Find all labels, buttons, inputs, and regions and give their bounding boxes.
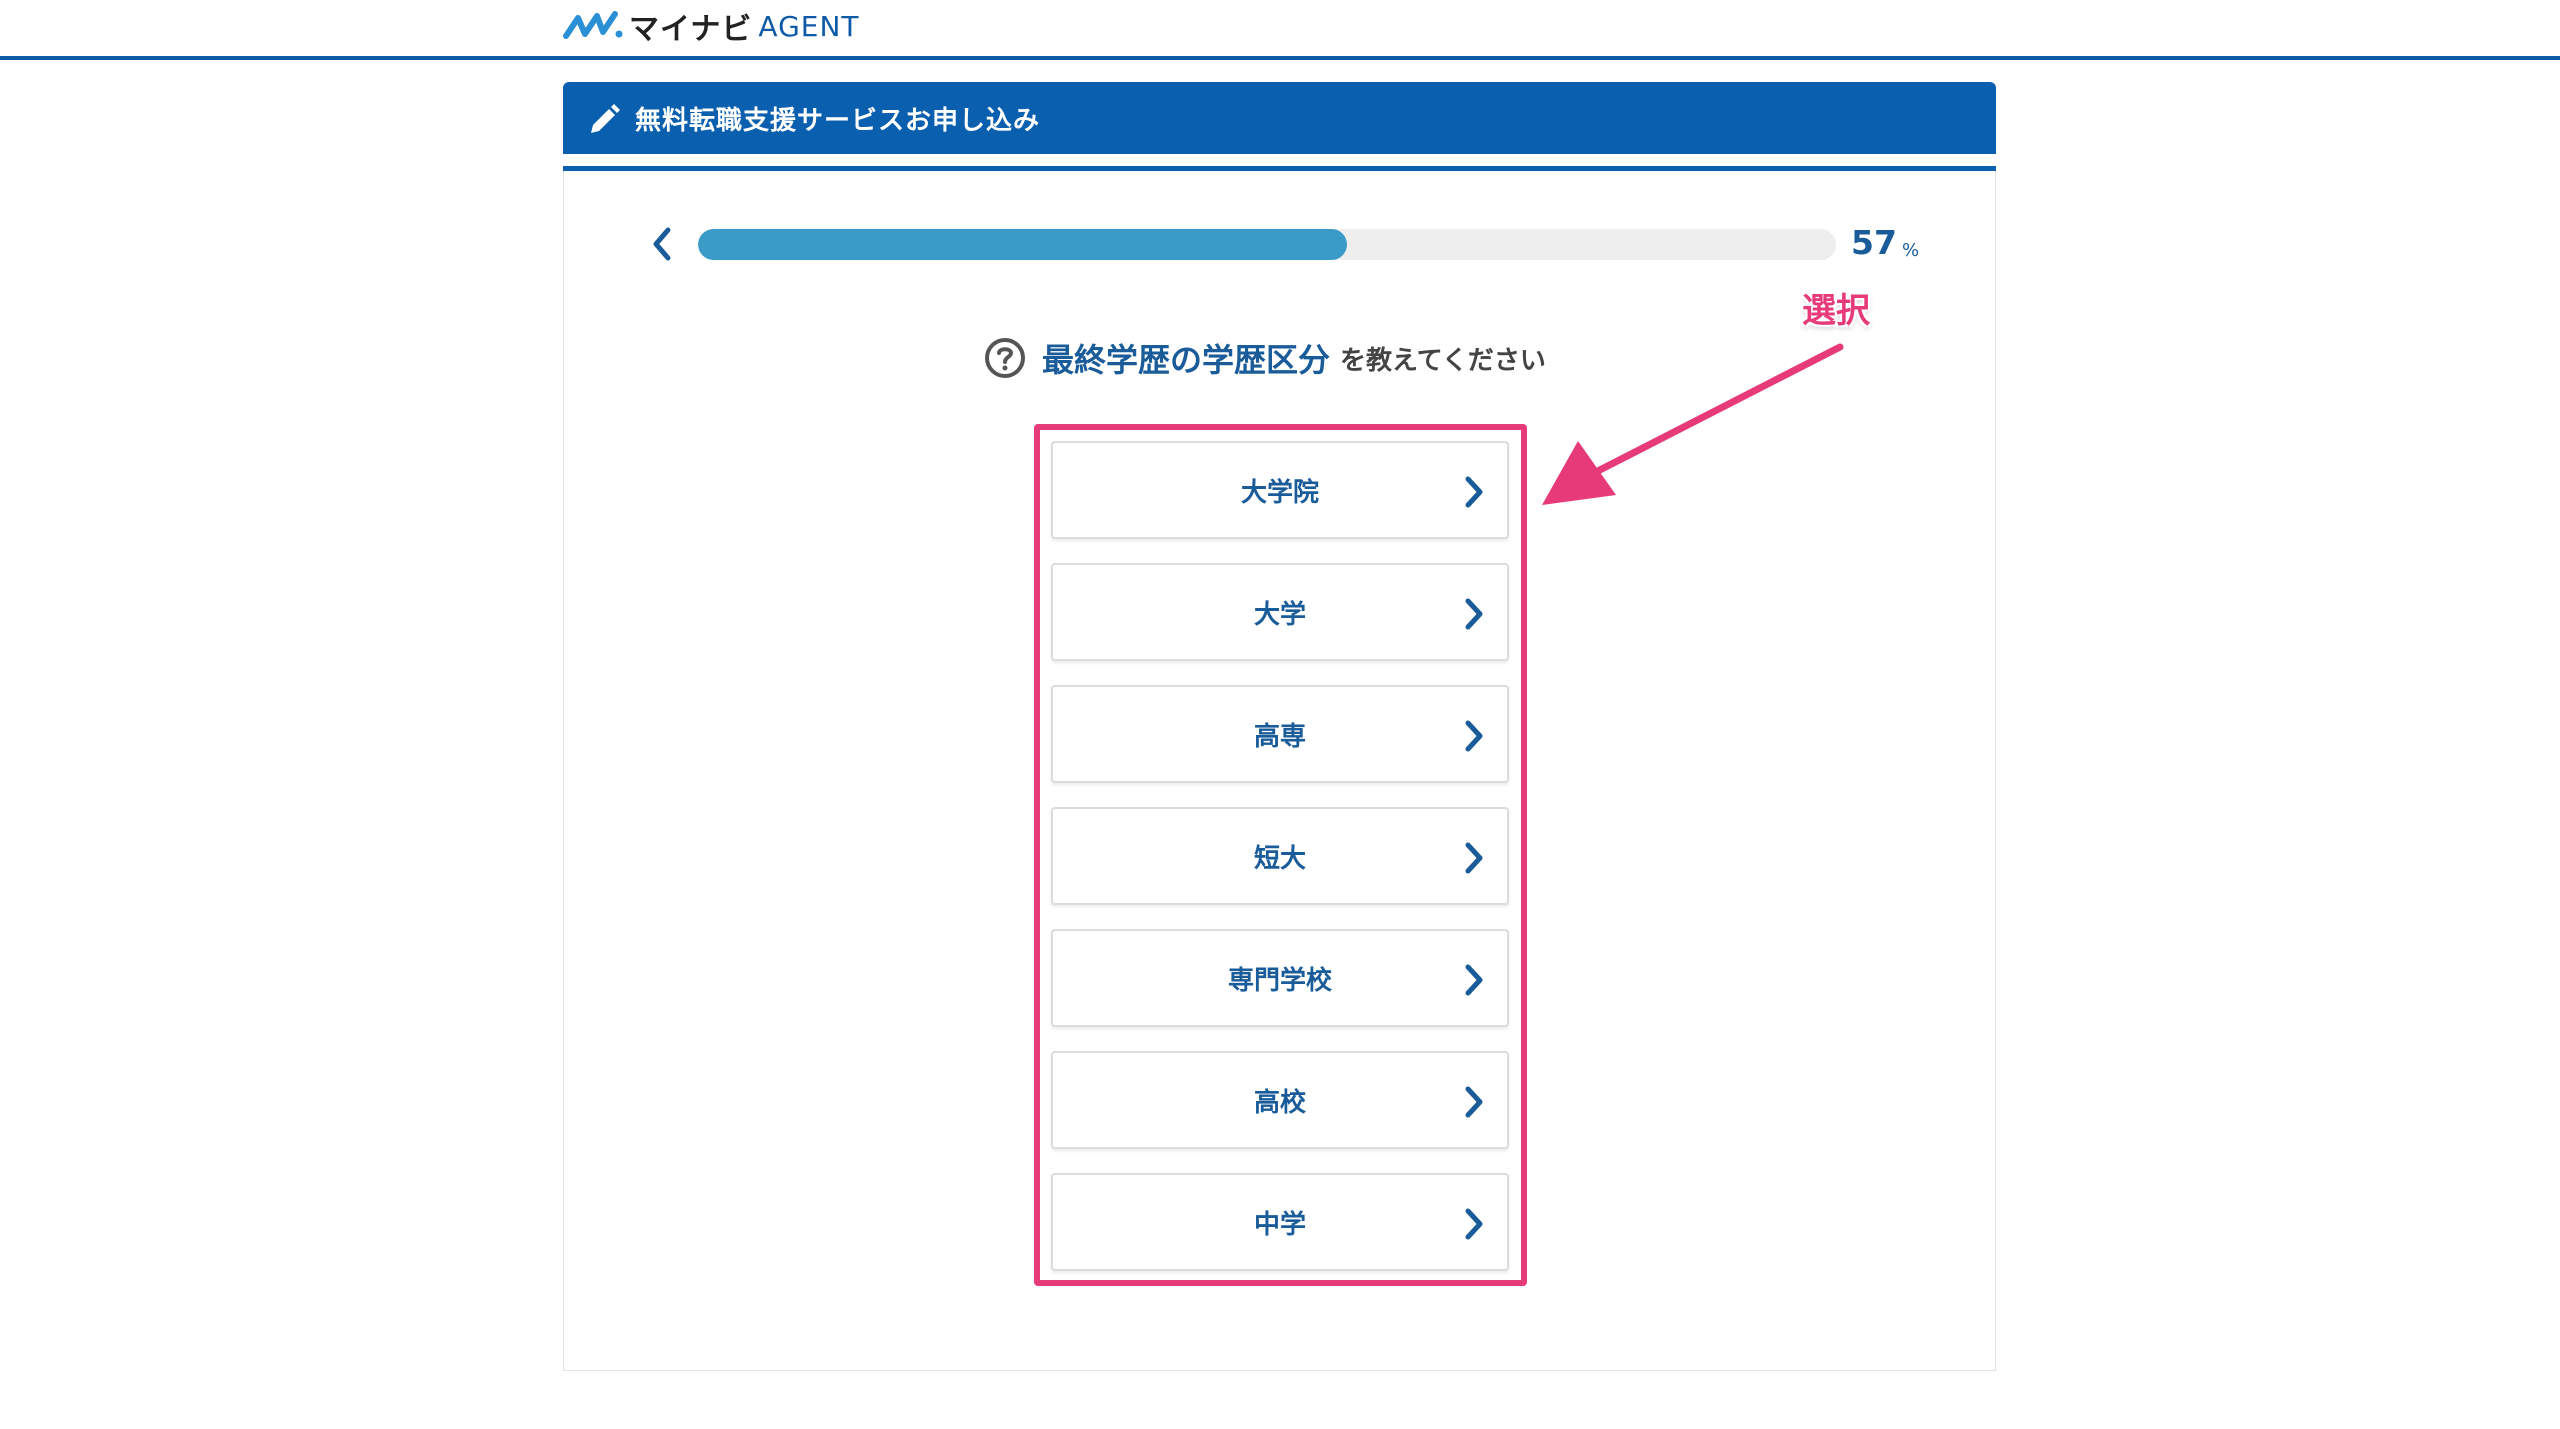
annotation-arrow-icon (1542, 343, 1844, 505)
annotation-label: 選択 (1802, 291, 1870, 331)
education-option-label: 専門学校 (1227, 965, 1332, 996)
education-option-button[interactable]: 短大 (1051, 807, 1509, 905)
chevron-right-icon (1465, 964, 1483, 996)
education-option-button[interactable]: 高専 (1051, 685, 1509, 783)
education-option-button[interactable]: 高校 (1051, 1051, 1509, 1149)
education-option-button[interactable]: 大学院 (1051, 441, 1509, 539)
mynavi-wave-icon (563, 11, 623, 39)
progress-unit: % (1902, 240, 1920, 261)
education-option-label: 中学 (1253, 1209, 1306, 1240)
pencil-icon (591, 104, 620, 133)
education-option-label: 大学 (1253, 599, 1306, 630)
education-option-label: 短大 (1253, 843, 1306, 874)
chevron-left-icon (653, 227, 671, 261)
question-heading: 最終学歴の学歴区分 を教えてください (984, 330, 1546, 386)
progress-bar (698, 229, 1836, 260)
back-button[interactable] (648, 222, 676, 266)
chevron-right-icon (1465, 1208, 1483, 1240)
logo-agent-text: AGENT (758, 9, 860, 43)
chevron-right-icon (1465, 1086, 1483, 1118)
education-option-button[interactable]: 大学 (1051, 563, 1509, 661)
application-banner: 無料転職支援サービスお申し込み (563, 82, 1996, 154)
education-option-label: 大学院 (1240, 477, 1319, 508)
chevron-right-icon (1465, 720, 1483, 752)
chevron-right-icon (1465, 842, 1483, 874)
chevron-right-icon (1465, 598, 1483, 630)
education-option-button[interactable]: 中学 (1051, 1173, 1509, 1271)
question-sub: を教えてください (1340, 345, 1546, 376)
progress-fill (698, 229, 1347, 260)
education-option-button[interactable]: 専門学校 (1051, 929, 1509, 1027)
site-header: マイナビ AGENT (0, 0, 2560, 60)
mynavi-agent-logo[interactable]: マイナビ AGENT (563, 4, 860, 48)
question-main: 最終学歴の学歴区分 (1042, 341, 1331, 379)
education-option-label: 高専 (1253, 721, 1306, 752)
logo-text: マイナビ (629, 12, 753, 47)
banner-title: 無料転職支援サービスお申し込み (635, 105, 1041, 136)
chevron-right-icon (1465, 476, 1483, 508)
education-options: 大学院大学高専短大専門学校高校中学 (1051, 441, 1509, 1295)
question-circle-icon (985, 338, 1025, 378)
education-option-label: 高校 (1253, 1087, 1306, 1118)
progress-percent: 57 (1851, 223, 1897, 262)
